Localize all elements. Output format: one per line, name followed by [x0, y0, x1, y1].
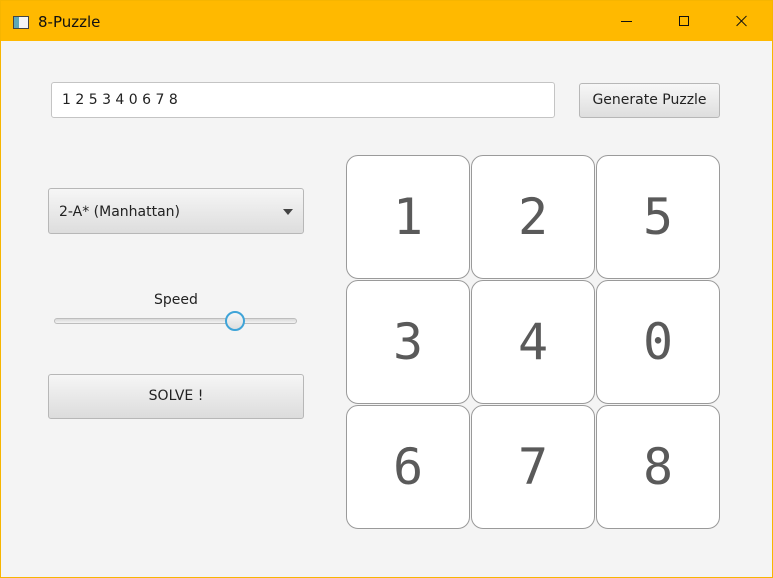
- chevron-down-icon: [283, 209, 293, 215]
- generate-puzzle-button[interactable]: Generate Puzzle: [579, 83, 720, 118]
- algorithm-select[interactable]: 2-A* (Manhattan): [48, 188, 304, 234]
- app-window: 8-Puzzle Generate Puzzle 2-A* (Manhattan…: [0, 0, 773, 578]
- puzzle-tile[interactable]: 2: [471, 155, 595, 279]
- minimize-icon: [620, 20, 632, 22]
- puzzle-board: 1 2 5 3 4 0 6 7 8: [346, 155, 720, 529]
- algorithm-selected-value: 2-A* (Manhattan): [59, 204, 181, 220]
- window-title: 8-Puzzle: [38, 13, 101, 31]
- puzzle-tile[interactable]: 3: [346, 280, 470, 404]
- puzzle-tile[interactable]: 1: [346, 155, 470, 279]
- puzzle-tile[interactable]: 7: [471, 405, 595, 529]
- maximize-icon: [679, 16, 689, 26]
- close-button[interactable]: [713, 1, 771, 41]
- puzzle-tile[interactable]: 0: [596, 280, 720, 404]
- puzzle-tile[interactable]: 4: [471, 280, 595, 404]
- app-window-icon: [13, 16, 29, 29]
- puzzle-tile[interactable]: 8: [596, 405, 720, 529]
- close-icon: [736, 15, 748, 27]
- maximize-button[interactable]: [655, 1, 713, 41]
- minimize-button[interactable]: [597, 1, 655, 41]
- speed-slider-track[interactable]: [54, 318, 297, 324]
- solve-button[interactable]: SOLVE !: [48, 374, 304, 419]
- speed-label: Speed: [154, 292, 198, 308]
- title-bar[interactable]: 8-Puzzle: [1, 1, 772, 41]
- puzzle-input[interactable]: [51, 82, 555, 118]
- puzzle-tile[interactable]: 5: [596, 155, 720, 279]
- puzzle-tile[interactable]: 6: [346, 405, 470, 529]
- speed-slider-thumb[interactable]: [225, 311, 245, 331]
